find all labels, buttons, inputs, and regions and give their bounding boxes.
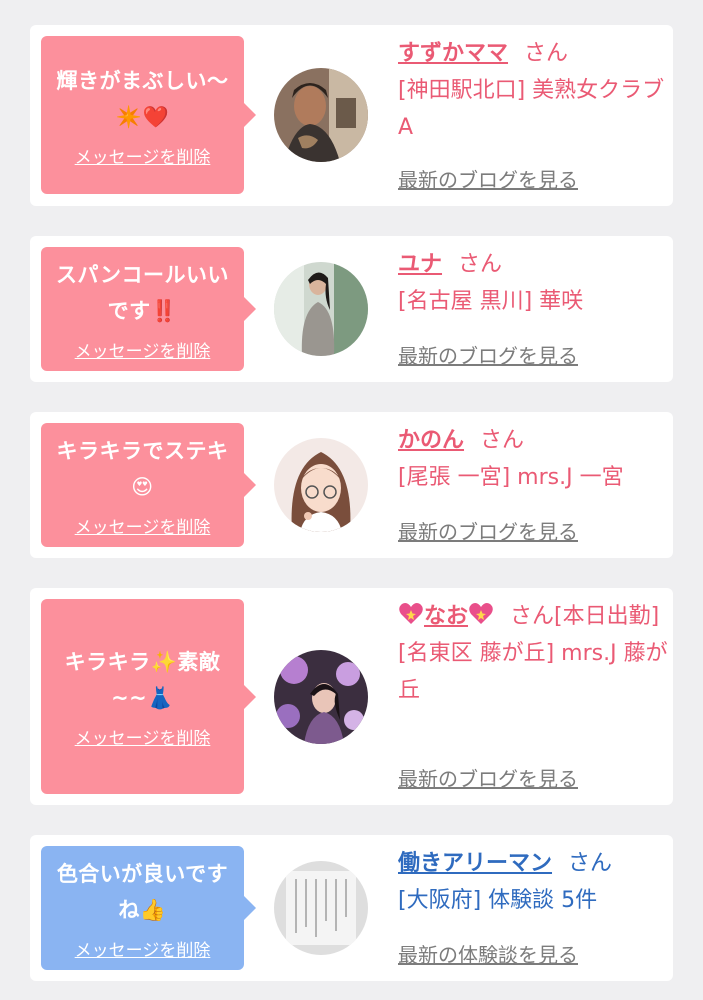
avatar[interactable] <box>274 650 368 744</box>
delete-message-button[interactable]: メッセージを削除 <box>75 724 211 749</box>
sparkling-heart-icon <box>399 603 423 624</box>
message-list: 輝きがまぶしい〜 ✴️❤️ メッセージを削除 すずかママ さん [神田駅北口] 美… <box>0 0 703 1000</box>
user-name: なお <box>424 604 469 629</box>
user-info: すずかママ さん [神田駅北口] 美熟女クラブA <box>398 35 668 146</box>
message-bubble: 輝きがまぶしい〜 ✴️❤️ メッセージを削除 <box>41 36 256 194</box>
user-info: 働きアリーマン さん [大阪府] 体験談 5件 <box>398 845 668 919</box>
honorific: さん <box>458 252 503 277</box>
message-card: キラキラでステキ 😍 メッセージを削除 かのん さん [尾張 一宮] mrs.J … <box>30 412 673 558</box>
message-text: 色合いが良いです ね👍 <box>47 856 238 928</box>
avatar[interactable] <box>274 438 368 532</box>
delete-message-button[interactable]: メッセージを削除 <box>75 936 211 961</box>
message-card: キラキラ✨素敵 ~~👗 メッセージを削除 なお さん[本日出勤] [名東区 藤が丘… <box>30 588 673 805</box>
message-line: です‼️ <box>107 298 178 323</box>
latest-blog-link[interactable]: 最新のブログを見る <box>398 763 578 792</box>
avatar[interactable] <box>274 262 368 356</box>
message-bubble: 色合いが良いです ね👍 メッセージを削除 <box>41 846 256 970</box>
avatar[interactable] <box>274 68 368 162</box>
message-card: 輝きがまぶしい〜 ✴️❤️ メッセージを削除 すずかママ さん [神田駅北口] 美… <box>30 25 673 206</box>
user-name-link[interactable]: 働きアリーマン <box>398 851 552 876</box>
store-info: [神田駅北口] 美熟女クラブA <box>398 78 665 140</box>
message-emoji: 😍 <box>131 474 154 499</box>
avatar[interactable] <box>274 861 368 955</box>
delete-message-button[interactable]: メッセージを削除 <box>75 143 211 168</box>
user-info: なお さん[本日出勤] [名東区 藤が丘] mrs.J 藤が丘 <box>398 598 668 709</box>
honorific: さん <box>480 428 525 453</box>
message-card: スパンコールいい です‼️ メッセージを削除 ユナ さん [名古屋 黒川] 華咲 … <box>30 236 673 382</box>
honorific: さん <box>510 604 555 629</box>
message-bubble: キラキラでステキ 😍 メッセージを削除 <box>41 423 256 547</box>
message-line: キラキラ✨素敵 <box>64 650 221 674</box>
latest-review-link[interactable]: 最新の体験談を見る <box>398 939 578 968</box>
message-text: 輝きがまぶしい〜 ✴️❤️ <box>47 63 239 135</box>
message-line: ね👍 <box>118 897 167 922</box>
message-bubble: スパンコールいい です‼️ メッセージを削除 <box>41 247 256 371</box>
user-name-link[interactable]: すずかママ <box>398 41 508 66</box>
latest-blog-link[interactable]: 最新のブログを見る <box>398 516 578 545</box>
user-name-link[interactable]: かのん <box>398 428 464 453</box>
message-line: 輝きがまぶしい〜 <box>56 68 229 93</box>
store-info: [大阪府] 体験談 5件 <box>398 888 598 913</box>
delete-message-button[interactable]: メッセージを削除 <box>75 337 211 362</box>
user-name-link[interactable]: ユナ <box>398 252 442 277</box>
user-name-link[interactable]: なお <box>398 603 494 629</box>
message-text: キラキラでステキ 😍 <box>47 433 239 505</box>
sparkling-heart-icon <box>469 603 493 624</box>
status-badge: [本日出勤] <box>554 604 660 629</box>
message-emoji: ✴️❤️ <box>115 104 170 129</box>
store-info: [名古屋 黒川] 華咲 <box>398 289 584 314</box>
message-text: スパンコールいい です‼️ <box>46 257 239 329</box>
store-info: [尾張 一宮] mrs.J 一宮 <box>398 465 624 490</box>
message-line: スパンコールいい <box>55 262 230 287</box>
message-text: キラキラ✨素敵 ~~👗 <box>55 644 231 716</box>
honorific: さん <box>524 41 569 66</box>
user-info: ユナ さん [名古屋 黒川] 華咲 <box>398 246 668 320</box>
latest-blog-link[interactable]: 最新のブログを見る <box>398 340 578 369</box>
message-card: 色合いが良いです ね👍 メッセージを削除 働きアリーマン さん [大阪府] 体験… <box>30 835 673 981</box>
message-line: 色合いが良いです <box>56 861 229 886</box>
message-line: ~~👗 <box>111 686 174 710</box>
user-info: かのん さん [尾張 一宮] mrs.J 一宮 <box>398 422 668 496</box>
delete-message-button[interactable]: メッセージを削除 <box>75 513 211 538</box>
store-info: [名東区 藤が丘] mrs.J 藤が丘 <box>398 641 668 703</box>
message-bubble: キラキラ✨素敵 ~~👗 メッセージを削除 <box>41 599 256 794</box>
latest-blog-link[interactable]: 最新のブログを見る <box>398 164 578 193</box>
honorific: さん <box>568 851 613 876</box>
message-line: キラキラでステキ <box>56 438 229 463</box>
